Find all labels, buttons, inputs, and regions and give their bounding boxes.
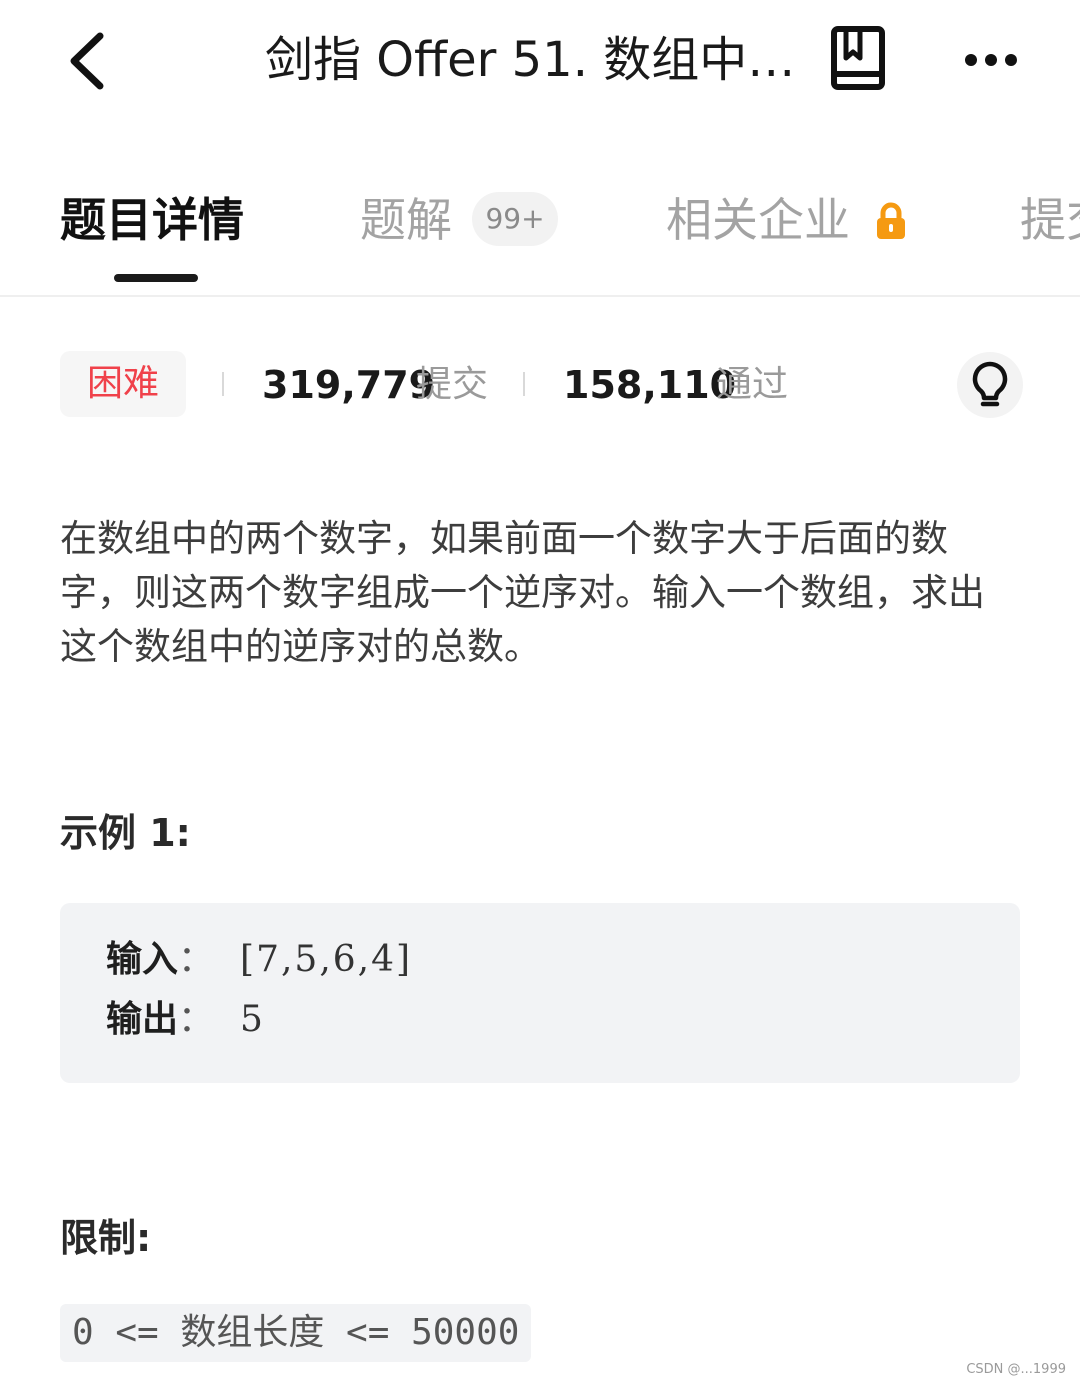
stats-divider: [523, 372, 525, 396]
stats-divider: [222, 372, 224, 396]
problem-description: 在数组中的两个数字，如果前面一个数字大于后面的数字，则这两个数字组成一个逆序对。…: [60, 517, 985, 668]
submission-label: 提交: [416, 364, 489, 405]
example-output-line: 输出： 5: [106, 992, 265, 1048]
bookmark-book-icon: [831, 26, 885, 90]
more-options-button[interactable]: [958, 36, 1024, 84]
colon: ：: [178, 939, 215, 980]
hint-button[interactable]: [957, 352, 1023, 418]
constraints-title: 限制:: [60, 1216, 152, 1260]
solutions-count-badge: 99+: [472, 192, 558, 246]
more-dots-icon: [965, 54, 1017, 66]
top-bar: 剑指 Offer 51. 数组中…: [0, 0, 1080, 120]
tab-problem-detail[interactable]: 题目详情: [60, 185, 244, 255]
example-input-line: 输入： [7,5,6,4]: [106, 932, 412, 988]
watermark: CSDN @...1999: [966, 1362, 1066, 1377]
colon: ：: [178, 999, 215, 1040]
example-input-value: [7,5,6,4]: [240, 939, 413, 980]
difficulty-badge: 困难: [60, 351, 186, 417]
tab-submissions[interactable]: 提交: [1020, 185, 1080, 255]
example-output-label: 输出: [106, 999, 179, 1040]
accepted-label: 通过: [716, 364, 789, 405]
example-title: 示例 1:: [60, 811, 191, 855]
bookmark-button[interactable]: [828, 24, 888, 94]
problem-title: 剑指 Offer 51. 数组中…: [265, 32, 796, 88]
problem-detail-page: 剑指 Offer 51. 数组中… 题目详情 题解 99+ 相关企业 提交: [0, 0, 1080, 1385]
lightbulb-icon: [972, 361, 1008, 407]
lock-icon: [877, 202, 905, 239]
back-chevron-icon: [70, 32, 104, 90]
active-tab-indicator: [114, 274, 198, 282]
submission-count: 319,779: [262, 363, 436, 407]
tab-solutions[interactable]: 题解: [360, 185, 452, 255]
example-output-value: 5: [240, 999, 265, 1040]
tab-related-companies[interactable]: 相关企业: [666, 185, 850, 255]
example-box: 输入： [7,5,6,4] 输出： 5: [60, 903, 1020, 1083]
back-button[interactable]: [58, 26, 122, 96]
accepted-count: 158,110: [563, 363, 737, 407]
example-input-label: 输入: [106, 939, 179, 980]
constraint-code: 0 <= 数组长度 <= 50000: [60, 1304, 532, 1362]
tab-bar: 题目详情 题解 99+ 相关企业 提交: [0, 175, 1080, 297]
